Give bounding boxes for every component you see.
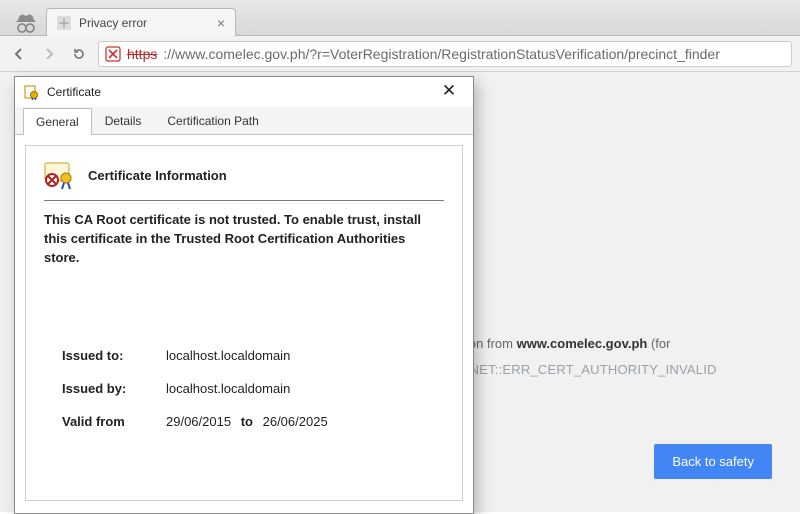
- cert-warning-message: This CA Root certificate is not trusted.…: [44, 211, 444, 268]
- error-line2: rds). NET::ERR_CERT_AUTHORITY_INVALID: [440, 360, 780, 380]
- valid-from-value: 29/06/2015: [166, 414, 231, 429]
- toolbar: https ://www.comelec.gov.ph/?r=VoterRegis…: [0, 36, 800, 72]
- dialog-title: Certificate: [47, 85, 101, 99]
- tab-strip: Privacy error ×: [0, 0, 800, 36]
- error-line1: rmation from www.comelec.gov.ph (for: [440, 334, 780, 354]
- issued-by-row: Issued by: localhost.localdomain: [62, 381, 444, 396]
- forward-button[interactable]: [38, 43, 60, 65]
- tab-certification-path[interactable]: Certification Path: [154, 107, 271, 134]
- certificate-dialog: Certificate ✕ General Details Certificat…: [14, 76, 474, 514]
- cert-info-title: Certificate Information: [88, 168, 227, 183]
- reload-button[interactable]: [68, 43, 90, 65]
- privacy-error-page: ate rmation from www.comelec.gov.ph (for…: [440, 282, 780, 385]
- tab-title: Privacy error: [79, 16, 209, 30]
- url-scheme: https: [127, 46, 157, 62]
- issued-to-label: Issued to:: [62, 348, 152, 363]
- valid-from-label: Valid from: [62, 414, 152, 429]
- cert-fields: Issued to: localhost.localdomain Issued …: [62, 348, 444, 429]
- dialog-body: Certificate Information This CA Root cer…: [25, 145, 463, 501]
- close-icon[interactable]: ✕: [433, 81, 465, 103]
- address-bar[interactable]: https ://www.comelec.gov.ph/?r=VoterRegis…: [98, 41, 792, 67]
- page-content: ate rmation from www.comelec.gov.ph (for…: [0, 72, 800, 512]
- cert-info-heading: Certificate Information: [44, 156, 444, 201]
- valid-row: Valid from 29/06/2015 to 26/06/2025: [62, 414, 444, 429]
- error-domain: www.comelec.gov.ph: [517, 336, 648, 351]
- issued-by-value: localhost.localdomain: [166, 381, 290, 396]
- certificate-icon: [23, 84, 39, 100]
- dialog-tabs: General Details Certification Path: [15, 107, 473, 135]
- valid-to-value: 26/06/2025: [263, 414, 328, 429]
- error-heading: ate: [440, 282, 780, 310]
- tab-close-icon[interactable]: ×: [217, 16, 225, 30]
- back-button[interactable]: [8, 43, 30, 65]
- insecure-icon: [105, 46, 121, 62]
- browser-tab[interactable]: Privacy error ×: [46, 8, 236, 36]
- dialog-titlebar[interactable]: Certificate ✕: [15, 77, 473, 107]
- tab-details[interactable]: Details: [92, 107, 155, 134]
- incognito-icon: [6, 11, 46, 35]
- back-to-safety-button[interactable]: Back to safety: [654, 444, 772, 479]
- issued-by-label: Issued by:: [62, 381, 152, 396]
- issued-to-row: Issued to: localhost.localdomain: [62, 348, 444, 363]
- tab-general[interactable]: General: [23, 108, 92, 135]
- page-favicon: [57, 16, 71, 30]
- error-code: NET::ERR_CERT_AUTHORITY_INVALID: [470, 362, 717, 377]
- issued-to-value: localhost.localdomain: [166, 348, 290, 363]
- cert-ribbon-icon: [44, 160, 78, 190]
- valid-to-label: to: [241, 414, 253, 429]
- url-rest: ://www.comelec.gov.ph/?r=VoterRegistrati…: [163, 46, 720, 62]
